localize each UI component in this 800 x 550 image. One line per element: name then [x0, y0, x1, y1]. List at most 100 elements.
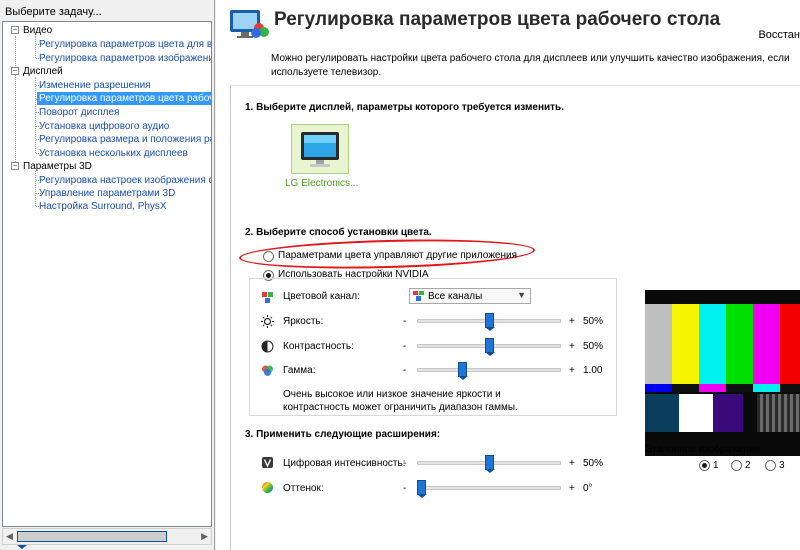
- section3-title: 3. Применить следующие расширения:: [245, 429, 441, 440]
- restore-defaults-link[interactable]: Восстан: [758, 29, 800, 41]
- contrast-plus: +: [569, 341, 575, 352]
- task-pane-title: Выберите задачу...: [5, 6, 102, 18]
- tree-line: [35, 36, 36, 58]
- ref-radio-3[interactable]: [765, 460, 776, 471]
- test-strip: [753, 384, 780, 392]
- tree-item-multi-display[interactable]: Установка нескольких дисплеев: [39, 147, 188, 160]
- gamma-plus: +: [569, 365, 575, 376]
- gamma-icon: [262, 365, 273, 376]
- tree-line: [15, 36, 16, 170]
- section1-title: 1. Выберите дисплей, параметры которого …: [245, 102, 564, 113]
- task-pane: Выберите задачу... − Видео Регулировка п…: [0, 0, 215, 550]
- contrast-slider-thumb[interactable]: [484, 338, 495, 356]
- test-bar-top: [645, 290, 800, 304]
- test-bar-gray: [645, 304, 672, 384]
- test-block-white: [679, 394, 713, 432]
- test-strip: [780, 384, 800, 392]
- gamma-slider[interactable]: [417, 368, 561, 372]
- tree-item-resolution[interactable]: Изменение разрешения: [39, 79, 151, 92]
- tree-item-digital-audio[interactable]: Установка цифрового аудио: [39, 120, 169, 133]
- collapse-icon[interactable]: −: [11, 26, 19, 34]
- brightness-minus: -: [403, 316, 407, 327]
- ref-radio-1[interactable]: [699, 460, 710, 471]
- test-block-pluge: [757, 394, 800, 432]
- reference-image-label: Эталонное изображение:: [645, 444, 763, 455]
- tree-item-3d-preview[interactable]: Регулировка настроек изображения с пр: [39, 174, 211, 187]
- page-description: Можно регулировать настройки цвета рабоч…: [271, 53, 790, 78]
- test-bar-cyan: [699, 304, 726, 384]
- hue-plus: +: [569, 483, 575, 494]
- intensity-value: 50%: [583, 458, 604, 469]
- tree-item-rotate[interactable]: Поворот дисплея: [39, 106, 119, 119]
- intensity-plus: +: [569, 458, 575, 469]
- gamma-slider-thumb[interactable]: [457, 362, 468, 380]
- display-tile[interactable]: [291, 124, 349, 174]
- contrast-minus: -: [403, 341, 407, 352]
- main-panel: Регулировка параметров цвета рабочего ст…: [216, 0, 800, 550]
- hue-slider-thumb[interactable]: [417, 480, 427, 498]
- intensity-slider-thumb[interactable]: [484, 455, 495, 473]
- color-channel-icon: [262, 292, 273, 303]
- hue-value: 0°: [583, 483, 593, 494]
- page-title: Регулировка параметров цвета рабочего ст…: [274, 9, 721, 30]
- radio-other-apps-label[interactable]: Параметрами цвета управляют другие прило…: [278, 250, 517, 261]
- ref-radio-1-label[interactable]: 1: [713, 460, 719, 471]
- ref-radio-2[interactable]: [731, 460, 742, 471]
- scroll-right-icon[interactable]: ▶: [201, 531, 208, 542]
- contrast-icon: [261, 340, 274, 353]
- channel-dropdown[interactable]: Все каналы ▼: [409, 288, 531, 304]
- test-bar-magenta: [753, 304, 780, 384]
- collapse-icon[interactable]: −: [11, 162, 19, 170]
- tree-category-video[interactable]: Видео: [23, 24, 52, 37]
- tree-item-3d-manage[interactable]: Управление параметрами 3D: [39, 187, 175, 200]
- tree-item-video-image[interactable]: Регулировка параметров изображения д: [39, 52, 211, 65]
- scrollbar-thumb[interactable]: [17, 531, 167, 549]
- display-name: LG Electronics...: [285, 178, 359, 189]
- section2-title: 2. Выберите способ установки цвета.: [245, 227, 432, 238]
- digital-vibrance-icon: [262, 457, 273, 468]
- collapse-icon[interactable]: −: [11, 67, 19, 75]
- test-bar-red: [780, 304, 800, 384]
- tree-category-display[interactable]: Дисплей: [23, 65, 63, 78]
- intensity-minus: -: [403, 458, 407, 469]
- hue-minus: -: [403, 483, 407, 494]
- brightness-icon: [261, 315, 274, 328]
- settings-content: 1. Выберите дисплей, параметры которого …: [230, 85, 800, 550]
- test-strip: [699, 384, 726, 392]
- radio-other-apps[interactable]: [263, 251, 274, 262]
- channel-value: Все каналы: [428, 291, 483, 302]
- brightness-slider-thumb[interactable]: [484, 313, 495, 331]
- test-strip: [726, 384, 753, 392]
- brightness-value: 50%: [583, 316, 604, 327]
- ref-radio-2-label[interactable]: 2: [745, 460, 751, 471]
- test-block-navy: [645, 394, 679, 432]
- gamma-label: Гамма:: [283, 365, 316, 376]
- tree-line: [35, 171, 36, 206]
- tree-item-desktop-size[interactable]: Регулировка размера и положения рабо: [39, 133, 211, 146]
- brightness-label: Яркость:: [283, 316, 324, 327]
- tree-category-3d[interactable]: Параметры 3D: [23, 160, 92, 173]
- test-block-black: [743, 394, 757, 432]
- contrast-label: Контрастность:: [283, 341, 354, 352]
- gamma-value: 1.00: [583, 365, 603, 376]
- channel-label: Цветовой канал:: [283, 291, 360, 302]
- horizontal-scrollbar[interactable]: ◀ ▶: [2, 528, 212, 549]
- test-bar-green: [726, 304, 753, 384]
- task-tree[interactable]: − Видео Регулировка параметров цвета для…: [2, 21, 212, 527]
- test-block-purple: [713, 394, 743, 432]
- gamma-minus: -: [403, 365, 407, 376]
- scroll-left-icon[interactable]: ◀: [6, 531, 13, 542]
- monitor-icon: [301, 132, 339, 167]
- ref-radio-3-label[interactable]: 3: [779, 460, 785, 471]
- tree-item-video-color[interactable]: Регулировка параметров цвета для вид: [39, 38, 211, 51]
- hue-slider[interactable]: [417, 486, 561, 490]
- contrast-value: 50%: [583, 341, 604, 352]
- tree-item-surround-physx[interactable]: Настройка Surround, PhysX: [39, 200, 167, 213]
- test-bar-yellow: [672, 304, 699, 384]
- chevron-down-icon[interactable]: ▼: [517, 290, 526, 300]
- test-strip: [672, 384, 699, 392]
- hue-icon: [262, 482, 273, 493]
- test-strip: [645, 384, 672, 392]
- tree-item-desktop-color[interactable]: Регулировка параметров цвета рабочег: [37, 92, 211, 105]
- tree-line: [35, 77, 36, 153]
